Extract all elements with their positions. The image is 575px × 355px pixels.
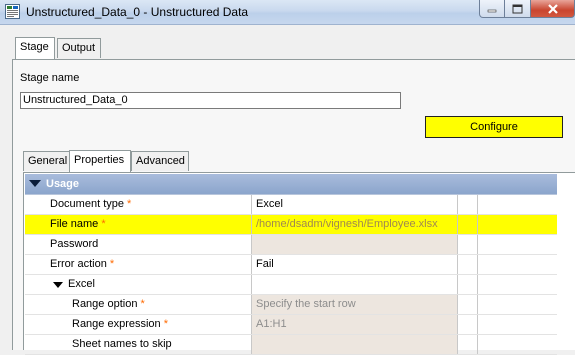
property-value[interactable]: Excel <box>252 195 457 214</box>
stage-name-input[interactable]: Unstructured_Data_0 <box>20 92 401 109</box>
property-name: Document type <box>50 198 124 210</box>
properties-grid: Usage Document type * Excel File name * … <box>25 174 557 355</box>
configure-button[interactable]: Configure <box>425 116 563 138</box>
close-icon <box>547 3 558 14</box>
property-name: Sheet names to skip <box>72 338 172 350</box>
property-row-range-expression[interactable]: Range expression * A1:H1 <box>25 315 557 335</box>
property-name: Password <box>50 238 99 250</box>
stage-name-label: Stage name <box>20 72 80 84</box>
section-title: Usage <box>46 178 80 190</box>
property-value[interactable]: /home/dsadm/vignesh/Employee.xlsx <box>252 215 457 234</box>
property-row-range-option[interactable]: Range option * Specify the start row <box>25 295 557 315</box>
property-row-error-action[interactable]: Error action * Fail <box>25 255 557 275</box>
required-marker: * <box>109 258 115 270</box>
minimize-icon <box>487 9 497 12</box>
property-name: Range expression <box>72 318 161 330</box>
property-row-file-name[interactable]: File name * /home/dsadm/vignesh/Employee… <box>25 215 557 235</box>
section-header-usage[interactable]: Usage <box>25 174 557 195</box>
property-value[interactable] <box>252 235 457 254</box>
property-row-password[interactable]: Password <box>25 235 557 255</box>
collapse-triangle-icon[interactable] <box>29 180 41 187</box>
property-name: Error action <box>50 258 107 270</box>
property-value[interactable]: Specify the start row <box>252 295 457 314</box>
close-button[interactable] <box>531 0 575 18</box>
expand-triangle-icon[interactable] <box>53 282 63 288</box>
required-marker: * <box>163 318 169 330</box>
app-icon <box>5 4 20 19</box>
property-name: File name <box>50 218 99 230</box>
maximize-button[interactable] <box>505 0 531 18</box>
property-name: Range option <box>72 298 138 310</box>
tab-output[interactable]: Output <box>57 38 101 58</box>
tab-stage[interactable]: Stage <box>15 37 55 59</box>
maximize-icon <box>512 4 523 13</box>
property-value[interactable]: Fail <box>252 255 457 274</box>
window-title: Unstructured_Data_0 - Unstructured Data <box>26 5 249 19</box>
required-marker: * <box>101 218 106 230</box>
property-value <box>252 275 457 294</box>
title-bar: Unstructured_Data_0 - Unstructured Data <box>0 0 575 25</box>
property-row-sheet-names-to-skip[interactable]: Sheet names to skip <box>25 335 557 355</box>
property-value[interactable] <box>252 335 457 354</box>
property-name: Excel <box>68 278 95 290</box>
minimize-button[interactable] <box>479 0 505 18</box>
property-group-excel[interactable]: Excel <box>25 275 557 295</box>
tab-general[interactable]: General <box>23 151 70 171</box>
property-value[interactable]: A1:H1 <box>252 315 457 334</box>
property-row-document-type[interactable]: Document type * Excel <box>25 195 557 215</box>
tab-properties[interactable]: Properties <box>69 150 131 172</box>
required-marker: * <box>140 298 145 310</box>
tab-advanced[interactable]: Advanced <box>131 151 189 171</box>
required-marker: * <box>127 198 132 210</box>
